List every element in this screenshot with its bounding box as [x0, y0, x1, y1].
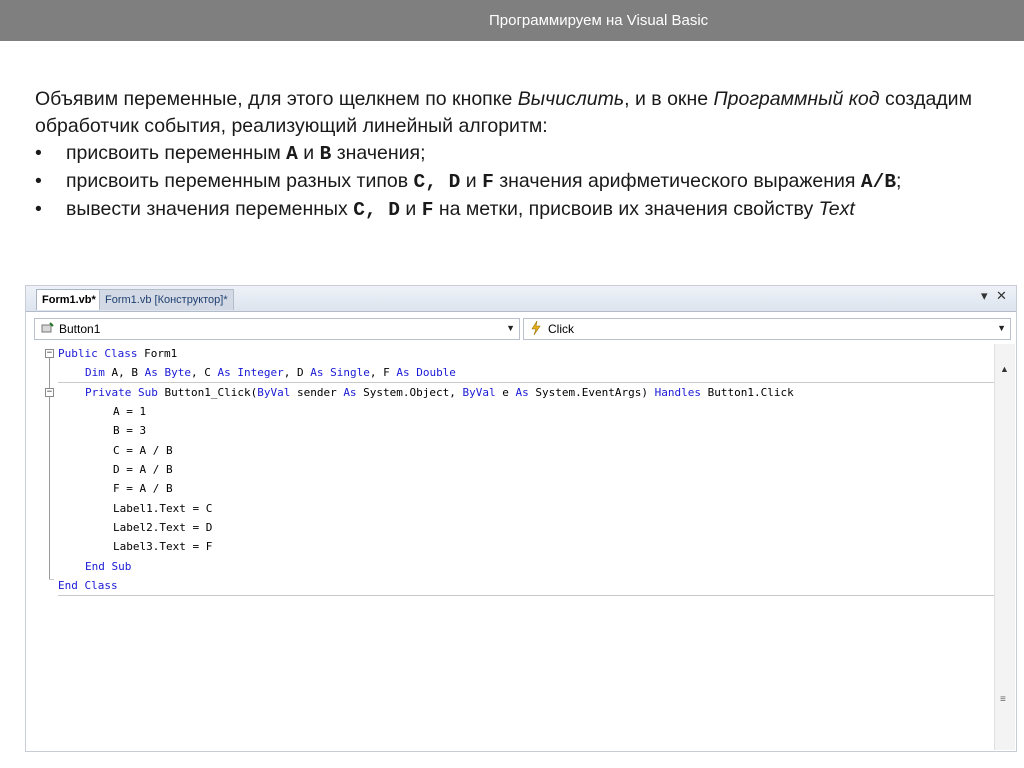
keyword: As Single — [310, 366, 370, 379]
lightning-event-icon — [530, 320, 542, 338]
steps-list: • присвоить переменным A и B значения; • п… — [35, 140, 1005, 224]
keyword: ByVal — [462, 386, 496, 399]
slide-body: Объявим переменные, для этого щелкнем по… — [35, 86, 1005, 224]
event-dropdown[interactable]: Click ▼ — [523, 318, 1011, 340]
code-line: Label2.Text = D — [113, 521, 213, 534]
intro-paragraph: Объявим переменные, для этого щелкнем по… — [35, 86, 1005, 140]
code-token: F — [421, 199, 434, 221]
list-text: на метки, присвоив их значения свойству — [433, 198, 819, 220]
property-name: Text — [818, 198, 855, 220]
method-separator — [58, 595, 994, 596]
keyword: ByVal — [257, 386, 291, 399]
code-text: e — [495, 386, 516, 399]
code-token: C, D — [413, 171, 461, 193]
list-item: • вывести значения переменных C, D и F на… — [35, 196, 1005, 224]
list-item: • присвоить переменным A и B значения; — [35, 140, 1005, 168]
scroll-grip-icon[interactable]: ≡ — [1000, 694, 1006, 705]
code-text: Button1_Click( — [157, 386, 258, 399]
list-text: присвоить переменным разных типов — [66, 170, 414, 192]
code-text: , F — [369, 366, 397, 379]
vertical-scrollbar[interactable]: ▲ ≡ — [994, 344, 1015, 750]
keyword: As — [343, 386, 357, 399]
code-text: Button1.Click — [700, 386, 794, 399]
keyword: As Integer — [217, 366, 284, 379]
scroll-up-icon[interactable]: ▲ — [1000, 364, 1009, 374]
intro-text: , и в окне — [624, 88, 714, 110]
code-line: Public Class Form1 — [58, 344, 177, 363]
code-line: End Sub — [85, 560, 132, 573]
code-token: B — [319, 143, 332, 165]
bullet-icon: • — [35, 170, 42, 192]
list-text: присвоить переменным — [66, 142, 287, 164]
keyword: As — [515, 386, 529, 399]
collapse-sub-icon[interactable]: − — [45, 388, 54, 397]
list-text: и — [460, 170, 483, 192]
tab-list-dropdown-icon[interactable]: ▾ — [981, 289, 988, 304]
code-text-area[interactable]: − − Public Class Form1 Dim A, B As Byte,… — [26, 344, 994, 750]
keyword: As Byte — [144, 366, 191, 379]
keyword: Private Sub — [85, 386, 158, 399]
code-line: C = A / B — [113, 444, 173, 457]
code-line: Label1.Text = C — [113, 502, 213, 515]
code-text: Form1 — [137, 347, 178, 360]
code-token: A/B — [860, 171, 897, 193]
list-text: и — [400, 198, 422, 220]
code-line: D = A / B — [113, 463, 173, 476]
code-text: , D — [283, 366, 311, 379]
keyword: Handles — [654, 386, 701, 399]
editor-tab-strip: Form1.vb* Form1.vb [Конструктор]* ▾ ✕ — [26, 286, 1016, 312]
slide-header-title: Программируем на Visual Basic — [489, 12, 709, 29]
intro-text: Объявим переменные, для этого щелкнем по… — [35, 88, 518, 110]
code-line: F = A / B — [113, 482, 173, 495]
chevron-down-icon: ▼ — [997, 323, 1006, 333]
code-line: Private Sub Button1_Click(ByVal sender A… — [85, 383, 794, 402]
list-text: значения; — [331, 142, 426, 164]
code-line: End Class — [58, 579, 118, 592]
object-dropdown-value: Button1 — [59, 322, 101, 336]
intro-window-name: Программный код — [713, 88, 880, 110]
event-dropdown-value: Click — [548, 322, 574, 336]
list-text: вывести значения переменных — [66, 198, 354, 220]
keyword: Public Class — [58, 347, 138, 360]
code-line: B = 3 — [113, 424, 147, 437]
object-dropdown[interactable]: Button1 ▼ — [34, 318, 520, 340]
code-text: A, B — [104, 366, 145, 379]
fold-end-tick — [49, 579, 54, 580]
code-token: C, D — [353, 199, 400, 221]
code-editor-window: Form1.vb* Form1.vb [Конструктор]* ▾ ✕ Bu… — [25, 285, 1017, 752]
list-text: и — [297, 142, 320, 164]
code-line: Dim A, B As Byte, C As Integer, D As Sin… — [85, 363, 456, 382]
code-text: System.EventArgs) — [528, 386, 655, 399]
tab-form1-designer[interactable]: Form1.vb [Конструктор]* — [99, 289, 234, 310]
collapse-class-icon[interactable]: − — [45, 349, 54, 358]
tab-form1-code[interactable]: Form1.vb* — [36, 289, 102, 310]
button-object-icon — [41, 321, 55, 338]
list-item: • присвоить переменным разных типов C, D … — [35, 168, 1005, 196]
chevron-down-icon: ▼ — [506, 323, 515, 333]
close-icon[interactable]: ✕ — [996, 289, 1007, 304]
slide-header: Программируем на Visual Basic — [0, 0, 1024, 41]
code-text: sender — [290, 386, 344, 399]
bullet-icon: • — [35, 198, 42, 220]
intro-button-name: Вычислить — [517, 88, 625, 110]
code-line: A = 1 — [113, 405, 147, 418]
list-text: значения арифметического выражения — [493, 170, 861, 192]
code-token: A — [286, 143, 298, 165]
code-token: F — [482, 171, 494, 193]
bullet-icon: • — [35, 142, 42, 164]
code-text: , C — [190, 366, 218, 379]
code-line: Label3.Text = F — [113, 540, 213, 553]
keyword: As Double — [396, 366, 456, 379]
list-text: ; — [896, 170, 902, 192]
code-text: System.Object, — [356, 386, 463, 399]
keyword: Dim — [85, 366, 105, 379]
